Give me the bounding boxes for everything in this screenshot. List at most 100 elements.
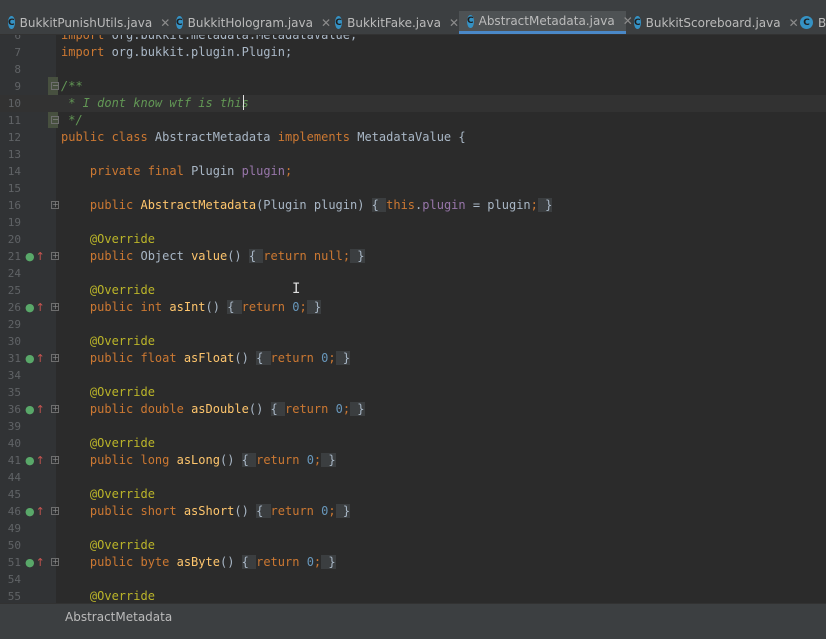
tab-abstractmetadata-java[interactable]: C AbstractMetadata.java ✕: [459, 11, 633, 34]
code-line[interactable]: 46 ●↑ + public short asShort() { return 0;…: [0, 503, 826, 520]
code-line[interactable]: 50 @Override: [0, 537, 826, 554]
code-line[interactable]: 12 public class AbstractMetadata implemen…: [0, 129, 826, 146]
code-line[interactable]: 54: [0, 571, 826, 588]
breadcrumb[interactable]: AbstractMetadata: [65, 610, 172, 624]
fold-toggle-icon[interactable]: +: [51, 303, 59, 311]
overrides-method-icon[interactable]: ●↑: [25, 505, 45, 518]
code-text: public int asInt() { return 0; }: [61, 299, 322, 316]
fold-toggle-icon[interactable]: +: [51, 507, 59, 515]
code-line[interactable]: 25 @Override: [0, 282, 826, 299]
code-token: public class: [61, 130, 155, 144]
tab-bukkitfake-java[interactable]: C BukkitFake.java ✕: [327, 11, 459, 34]
code-line[interactable]: 31 ●↑ + public float asFloat() { return 0;…: [0, 350, 826, 367]
code-line[interactable]: 26 ●↑ + public int asInt() { return 0; }: [0, 299, 826, 316]
code-text: @Override: [61, 537, 155, 554]
fold-toggle-icon[interactable]: +: [51, 354, 59, 362]
code-token: @Override: [89, 589, 155, 603]
code-line[interactable]: 49: [0, 520, 826, 537]
overrides-method-icon[interactable]: ●↑: [25, 403, 45, 416]
code-line[interactable]: 39: [0, 418, 826, 435]
close-tab-icon[interactable]: ✕: [449, 16, 459, 30]
code-token: @Override: [89, 436, 155, 450]
code-token: {: [227, 300, 242, 314]
overrides-method-icon[interactable]: ●↑: [25, 250, 45, 263]
code-line[interactable]: 44: [0, 469, 826, 486]
code-line[interactable]: 40 @Override: [0, 435, 826, 452]
line-number: 34: [7, 369, 21, 382]
code-token: public float: [89, 351, 184, 365]
code-token: return: [285, 402, 336, 416]
code-line[interactable]: 9 −/**: [0, 78, 826, 95]
code-token: {: [248, 249, 264, 263]
line-number: 50: [7, 539, 21, 552]
code-line[interactable]: 29: [0, 316, 826, 333]
code-token: 0: [306, 555, 314, 569]
code-line[interactable]: 34: [0, 367, 826, 384]
tab-b[interactable]: CB: [792, 11, 826, 34]
override-circle-icon: ●: [25, 454, 35, 467]
code-token: (): [219, 453, 242, 467]
override-circle-icon: ●: [25, 352, 35, 365]
line-number: 20: [7, 233, 21, 246]
code-line[interactable]: 8: [0, 61, 826, 78]
code-line[interactable]: 11 − */: [0, 112, 826, 129]
code-line[interactable]: 19: [0, 214, 826, 231]
code-token: = plugin: [465, 198, 531, 212]
code-line[interactable]: 41 ●↑ + public long asLong() { return 0; }: [0, 452, 826, 469]
code-token: {: [256, 351, 271, 365]
fold-toggle-icon[interactable]: +: [51, 252, 59, 260]
line-number: 25: [7, 284, 21, 297]
line-number: 45: [7, 488, 21, 501]
fold-toggle-icon[interactable]: +: [51, 405, 59, 413]
code-line[interactable]: 45 @Override: [0, 486, 826, 503]
code-line[interactable]: 24: [0, 265, 826, 282]
code-token: MetadataValue {: [357, 130, 466, 144]
fold-toggle-icon[interactable]: +: [51, 201, 59, 209]
overrides-method-icon[interactable]: ●↑: [25, 454, 45, 467]
overrides-method-icon[interactable]: ●↑: [25, 352, 45, 365]
code-line[interactable]: 13: [0, 146, 826, 163]
code-token: {: [270, 402, 285, 416]
code-line[interactable]: 15: [0, 180, 826, 197]
tab-bukkitpunishutils-java[interactable]: C BukkitPunishUtils.java ✕: [0, 11, 170, 34]
overrides-method-icon[interactable]: ●↑: [25, 556, 45, 569]
code-token: @Override: [89, 334, 155, 348]
code-token: public: [89, 198, 141, 212]
code-line[interactable]: 7 import org.bukkit.plugin.Plugin;: [0, 44, 826, 61]
tab-bukkitscoreboard-java[interactable]: C BukkitScoreboard.java ✕: [626, 11, 799, 34]
fold-toggle-icon[interactable]: −: [51, 82, 59, 90]
code-line[interactable]: 21 ●↑ + public Object value() { return nul…: [0, 248, 826, 265]
code-editor[interactable]: 6 import org.bukkit.metadata.MetadataValu…: [0, 35, 826, 603]
overrides-method-icon[interactable]: ●↑: [25, 301, 45, 314]
code-token: @Override: [89, 487, 155, 501]
code-line[interactable]: 14 private final Plugin plugin;: [0, 163, 826, 180]
code-line[interactable]: 55 @Override: [0, 588, 826, 603]
fold-toggle-icon[interactable]: +: [51, 558, 59, 566]
code-text: @Override: [61, 282, 155, 299]
code-line[interactable]: 16 + public AbstractMetadata(Plugin plugi…: [0, 197, 826, 214]
tab-label: AbstractMetadata.java: [478, 14, 615, 28]
code-token: org.bukkit.metadata.MetadataValue;: [111, 35, 358, 42]
code-line[interactable]: 35 @Override: [0, 384, 826, 401]
code-line[interactable]: 20 @Override: [0, 231, 826, 248]
line-number: 39: [7, 420, 21, 433]
tab-label: BukkitPunishUtils.java: [19, 15, 153, 30]
code-text: @Override: [61, 384, 155, 401]
fold-toggle-icon[interactable]: +: [51, 456, 59, 464]
code-token: public long: [89, 453, 177, 467]
tab-bukkithologram-java[interactable]: C BukkitHologram.java ✕: [168, 11, 331, 34]
code-line[interactable]: 51 ●↑ + public byte asByte() { return 0; }: [0, 554, 826, 571]
override-circle-icon: ●: [25, 250, 35, 263]
code-line[interactable]: 10 * I dont know wtf is this: [0, 95, 826, 112]
code-line[interactable]: 36 ●↑ + public double asDouble() { return …: [0, 401, 826, 418]
fold-toggle-icon[interactable]: −: [51, 116, 59, 124]
code-line[interactable]: 6 import org.bukkit.metadata.MetadataValu…: [0, 35, 826, 44]
code-line[interactable]: 30 @Override: [0, 333, 826, 350]
text-caret: [243, 95, 244, 110]
code-token: import: [61, 35, 112, 42]
